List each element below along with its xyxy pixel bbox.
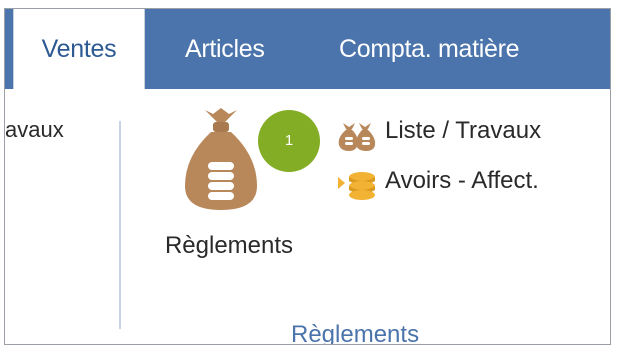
ribbon-tab-bar: Ventes Articles Compta. matière bbox=[5, 9, 610, 89]
tab-compta-matiere[interactable]: Compta. matière bbox=[339, 9, 520, 89]
ribbon-group-label: Règlements bbox=[291, 321, 420, 345]
truncated-button-label[interactable]: avaux bbox=[5, 117, 64, 143]
coins-arrow-icon bbox=[338, 172, 375, 200]
step-badge: 1 bbox=[258, 110, 320, 172]
avoirs-affect-button[interactable]: Avoirs - Affect. bbox=[337, 163, 607, 203]
money-bags-icon bbox=[338, 123, 376, 151]
reglements-button-label: Règlements bbox=[164, 232, 294, 259]
group-divider bbox=[119, 121, 121, 329]
liste-travaux-button[interactable]: Liste / Travaux bbox=[337, 113, 607, 153]
money-bag-coins-icon bbox=[185, 108, 257, 210]
liste-travaux-label: Liste / Travaux bbox=[385, 117, 542, 144]
tab-ventes[interactable]: Ventes bbox=[13, 9, 145, 89]
ribbon-panel: avaux Règlements 1 Liste / Travaux Avoir… bbox=[5, 89, 610, 345]
application-window: Ventes Articles Compta. matière avaux Rè… bbox=[4, 8, 611, 345]
tab-articles[interactable]: Articles bbox=[185, 9, 265, 89]
avoirs-affect-label: Avoirs - Affect. bbox=[385, 167, 539, 194]
